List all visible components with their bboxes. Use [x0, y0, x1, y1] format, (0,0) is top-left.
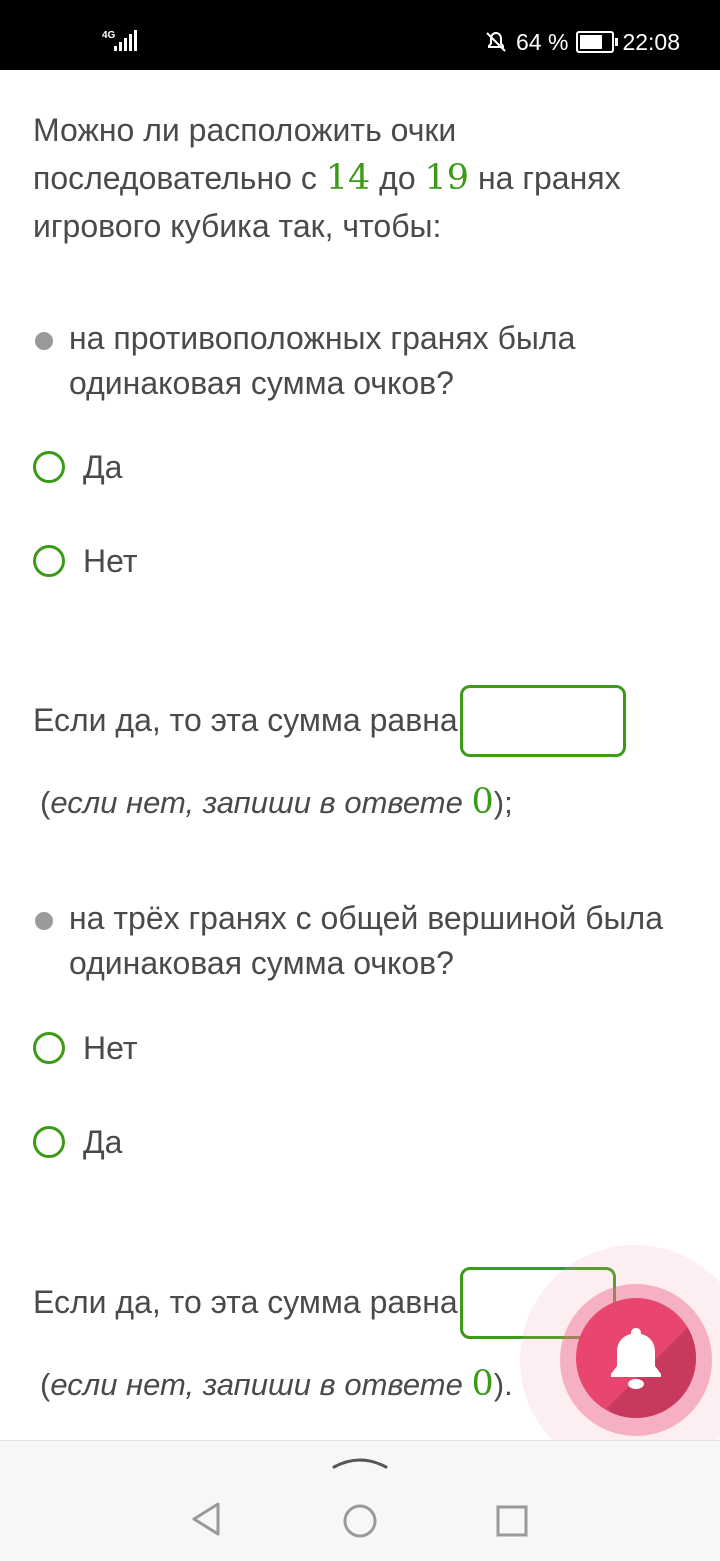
- alarm-off-icon: [486, 31, 506, 52]
- battery-icon: [576, 31, 619, 53]
- question-1: на противоположных гранях была одинакова…: [33, 316, 673, 406]
- radio-icon[interactable]: [33, 1126, 65, 1158]
- note-zero: 0: [471, 782, 494, 822]
- q1-note: (если нет, запиши в ответе 0);: [40, 782, 513, 822]
- battery-percent: 64 %: [516, 28, 569, 55]
- note-open: (: [40, 785, 51, 820]
- intro-text: Можно ли расположить очки последовательн…: [33, 106, 673, 250]
- note-text: если нет, запиши в ответе: [50, 1367, 472, 1402]
- number-from: 14: [325, 158, 371, 198]
- q1-option-yes[interactable]: Да: [33, 447, 122, 487]
- question-2-text: на трёх гранях с общей вершиной была оди…: [69, 900, 664, 981]
- navigation-bar: [0, 1440, 720, 1561]
- network-label: 4G: [102, 30, 116, 41]
- note-open: (: [40, 1367, 51, 1402]
- option-label: Да: [83, 448, 123, 485]
- notification-button[interactable]: [576, 1298, 696, 1418]
- option-label: Нет: [83, 1029, 138, 1066]
- radio-icon[interactable]: [33, 545, 65, 577]
- clock: 22:08: [622, 28, 680, 55]
- q2-option-no[interactable]: Нет: [33, 1028, 138, 1068]
- note-close: ).: [493, 1367, 513, 1402]
- q2-option-yes[interactable]: Да: [33, 1122, 122, 1162]
- signal-icon: 4G: [102, 30, 137, 51]
- q2-sum-label: Если да, то эта сумма равна: [33, 1284, 458, 1320]
- bell-icon: [611, 1328, 661, 1389]
- intro-part2: до: [370, 160, 425, 196]
- note-close: );: [493, 785, 513, 820]
- note-text: если нет, запиши в ответе: [50, 785, 472, 820]
- radio-icon[interactable]: [33, 1032, 65, 1064]
- question-1-text: на противоположных гранях была одинакова…: [69, 320, 576, 401]
- bullet-icon: [35, 332, 53, 350]
- chevron-up-icon[interactable]: [330, 1451, 390, 1471]
- status-bar: 4G 64 % 22:08: [0, 0, 720, 70]
- recents-icon[interactable]: [496, 1505, 528, 1537]
- question-2: на трёх гранях с общей вершиной была оди…: [33, 896, 673, 986]
- home-icon[interactable]: [342, 1503, 378, 1539]
- back-icon[interactable]: [186, 1499, 226, 1539]
- bullet-icon: [35, 912, 53, 930]
- q1-option-no[interactable]: Нет: [33, 541, 138, 581]
- radio-icon[interactable]: [33, 451, 65, 483]
- q1-answer-input[interactable]: [460, 685, 626, 757]
- option-label: Да: [83, 1123, 123, 1160]
- number-to: 19: [424, 158, 470, 198]
- note-zero: 0: [471, 1364, 494, 1404]
- q2-note: (если нет, запиши в ответе 0).: [40, 1364, 513, 1404]
- q1-sum-label: Если да, то эта сумма равна: [33, 702, 458, 738]
- option-label: Нет: [83, 542, 138, 579]
